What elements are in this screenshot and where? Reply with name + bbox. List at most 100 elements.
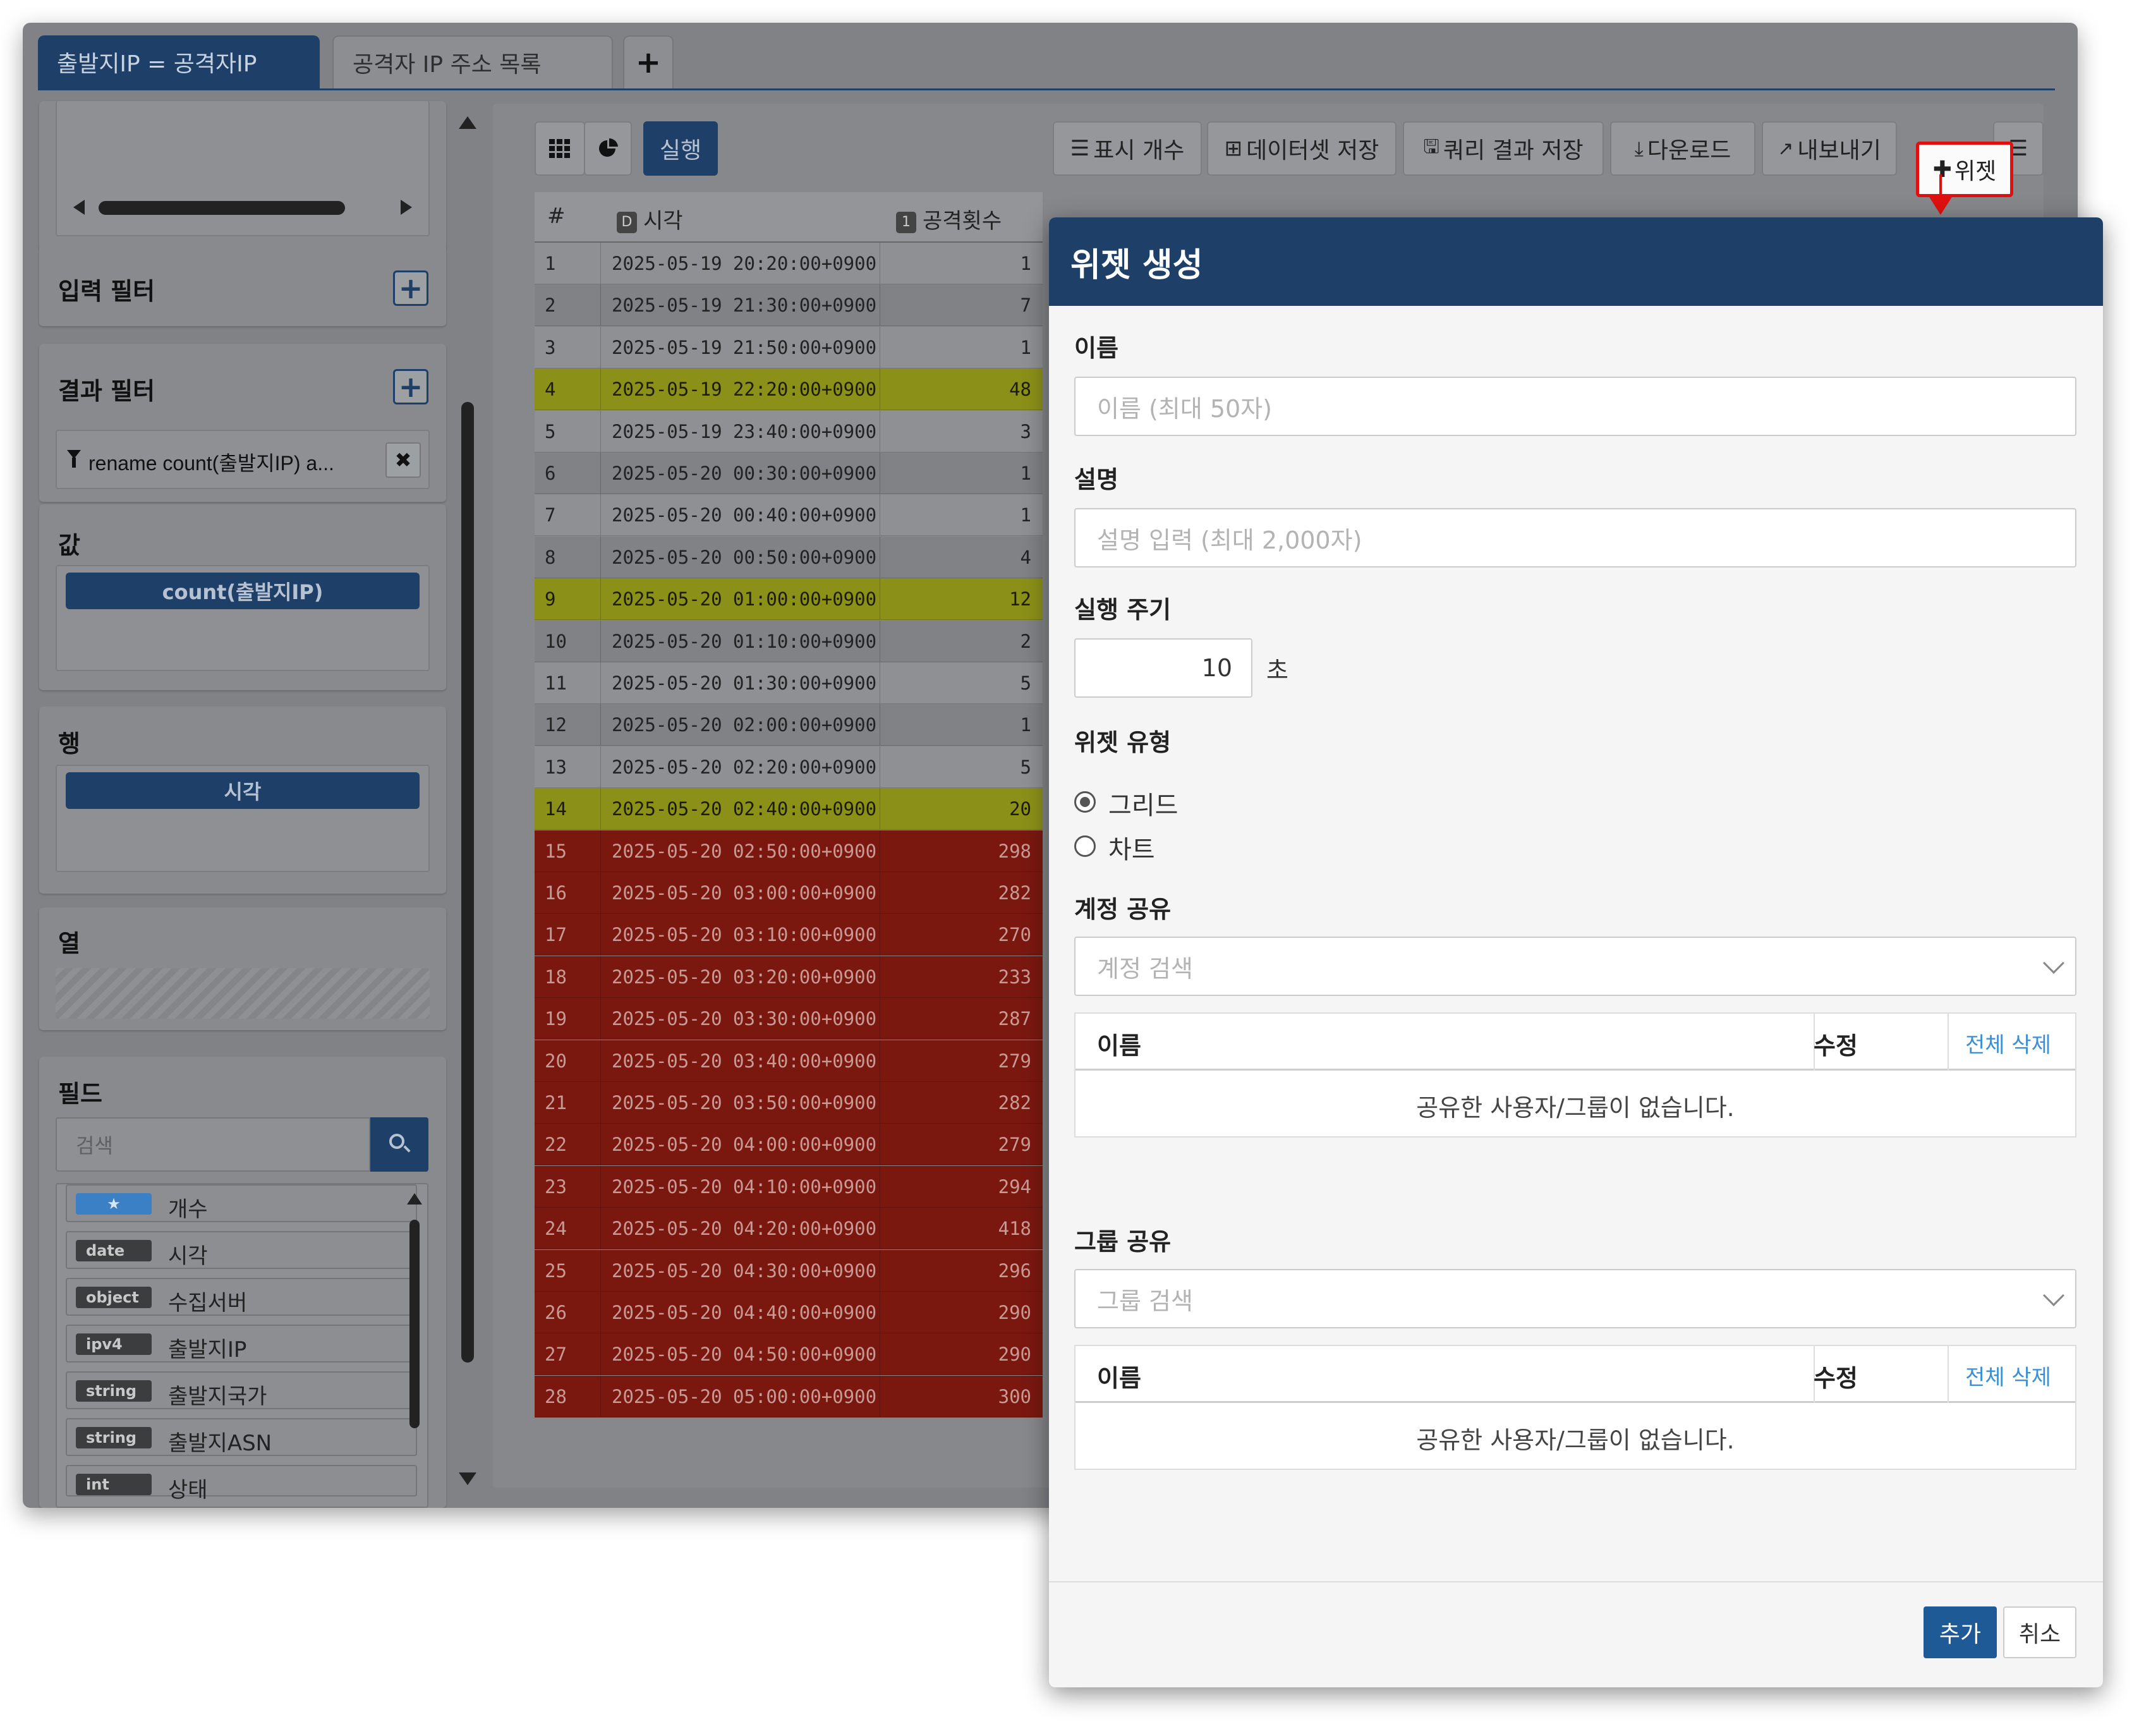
cell-divider [600, 956, 601, 997]
radio-grid-label[interactable]: 그리드 [1108, 785, 1178, 822]
table-row[interactable]: 6 2025-05-20 00:30:00+0900 1 [535, 452, 1043, 494]
rows-dropzone[interactable]: 시각 [56, 765, 430, 872]
values-dropzone[interactable]: count(출발지IP) [56, 565, 430, 671]
attack-count-cell: 4 [1020, 546, 1031, 568]
table-row[interactable]: 17 2025-05-20 03:10:00+0900 270 [535, 914, 1043, 956]
add-button[interactable]: 추가 [1924, 1606, 1997, 1658]
columns-panel: 열 [39, 907, 446, 1030]
cell-divider [600, 746, 601, 787]
field-name: 시각 [168, 1244, 208, 1269]
tab-attacker-ip-list[interactable]: 공격자 IP 주소 목록 [332, 35, 613, 88]
column-header-number[interactable]: # [547, 203, 566, 229]
table-row[interactable]: 9 2025-05-20 01:00:00+0900 12 [535, 578, 1043, 621]
table-row[interactable]: 26 2025-05-20 04:40:00+0900 290 [535, 1292, 1043, 1333]
left-panel-scroll-thumb[interactable] [461, 402, 474, 1363]
row-number-cell: 6 [545, 463, 556, 484]
table-row[interactable]: 10 2025-05-20 01:10:00+0900 2 [535, 620, 1043, 662]
table-row[interactable]: 23 2025-05-20 04:10:00+0900 294 [535, 1165, 1043, 1208]
table-row[interactable]: 27 2025-05-20 04:50:00+0900 290 [535, 1333, 1043, 1376]
save-query-result-button[interactable]: 🖫 쿼리 결과 저장 [1403, 121, 1604, 176]
row-number-cell: 7 [545, 504, 556, 526]
radio-chart-label[interactable]: 차트 [1108, 829, 1155, 866]
group-delete-all-link[interactable]: 전체 삭제 [1965, 1360, 2051, 1391]
account-search-select[interactable]: 계정 검색 [1074, 937, 2076, 996]
widget-button[interactable]: ✚ 위젯 [1916, 142, 2013, 197]
group-search-select[interactable]: 그룹 검색 [1074, 1269, 2076, 1328]
field-item-source-ip[interactable]: ipv4 출발지IP [66, 1325, 417, 1363]
left-panel-scrollbar[interactable] [454, 111, 482, 1508]
value-item-count-source-ip[interactable]: count(출발지IP) [66, 573, 420, 609]
radio-grid[interactable] [1074, 791, 1096, 813]
tab-source-ip-equals-attacker-ip[interactable]: 출발지IP = 공격자IP [38, 35, 320, 88]
table-row[interactable]: 20 2025-05-20 03:40:00+0900 279 [535, 1040, 1043, 1082]
table-row[interactable]: 8 2025-05-20 00:50:00+0900 4 [535, 536, 1043, 578]
cell-divider [600, 578, 601, 620]
remove-filter-button[interactable]: ✖ [385, 442, 421, 478]
interval-input[interactable]: 10 [1074, 638, 1252, 698]
row-item-time[interactable]: 시각 [66, 772, 420, 809]
table-row[interactable]: 22 2025-05-20 04:00:00+0900 279 [535, 1124, 1043, 1166]
widget-name-input[interactable]: 이름 (최대 50자) [1074, 377, 2076, 436]
columns-dropzone[interactable] [56, 968, 430, 1019]
cell-divider [600, 1040, 601, 1081]
account-delete-all-link[interactable]: 전체 삭제 [1965, 1028, 2051, 1059]
table-row[interactable]: 7 2025-05-20 00:40:00+0900 1 [535, 494, 1043, 537]
display-count-button[interactable]: ☰ 표시 개수 [1053, 121, 1202, 176]
save-dataset-button[interactable]: ⊞ 데이터셋 저장 [1207, 121, 1397, 176]
scroll-up-arrow[interactable] [459, 116, 476, 129]
scroll-right-arrow[interactable] [401, 200, 412, 215]
horizontal-scrollbar-thumb[interactable] [99, 201, 345, 215]
chevron-down-icon [2043, 1285, 2064, 1306]
field-item-count[interactable]: ★ 개수 [66, 1184, 417, 1222]
time-cell: 2025-05-20 00:30:00+0900 [612, 463, 877, 484]
table-row[interactable]: 13 2025-05-20 02:20:00+0900 5 [535, 746, 1043, 788]
table-row[interactable]: 11 2025-05-20 01:30:00+0900 5 [535, 662, 1043, 704]
column-header-time[interactable]: D 시각 [617, 203, 683, 234]
field-item-status[interactable]: int 상태 [66, 1465, 417, 1503]
field-item-time[interactable]: date 시각 [66, 1231, 417, 1269]
table-row[interactable]: 15 2025-05-20 02:50:00+0900 298 [535, 830, 1043, 872]
table-row[interactable]: 2 2025-05-19 21:30:00+0900 7 [535, 284, 1043, 327]
table-row[interactable]: 5 2025-05-19 23:40:00+0900 3 [535, 410, 1043, 452]
scroll-left-arrow[interactable] [73, 200, 85, 215]
search-icon [389, 1134, 404, 1149]
export-button[interactable]: ↗ 내보내기 [1762, 121, 1897, 176]
field-search-button[interactable] [370, 1117, 428, 1172]
add-input-filter-button[interactable]: + [393, 270, 428, 306]
table-row[interactable]: 24 2025-05-20 04:20:00+0900 418 [535, 1208, 1043, 1250]
table-row[interactable]: 3 2025-05-19 21:50:00+0900 1 [535, 326, 1043, 368]
table-row[interactable]: 19 2025-05-20 03:30:00+0900 287 [535, 998, 1043, 1040]
table-row[interactable]: 4 2025-05-19 22:20:00+0900 48 [535, 368, 1043, 411]
table-row[interactable]: 25 2025-05-20 04:30:00+0900 296 [535, 1249, 1043, 1292]
field-item-collector[interactable]: object 수집서버 [66, 1278, 417, 1316]
field-item-source-asn[interactable]: string 출발지ASN [66, 1418, 417, 1456]
field-list-scroll-thumb[interactable] [409, 1220, 420, 1428]
time-cell: 2025-05-19 23:40:00+0900 [612, 420, 877, 442]
radio-chart[interactable] [1074, 835, 1096, 857]
field-item-source-country[interactable]: string 출발지국가 [66, 1371, 417, 1409]
scroll-down-arrow[interactable] [459, 1472, 476, 1485]
cancel-button[interactable]: 취소 [2003, 1606, 2076, 1658]
chart-view-button[interactable] [584, 121, 632, 176]
field-list-scroll-up[interactable] [407, 1193, 422, 1205]
field-type-badge: int [76, 1474, 152, 1495]
add-result-filter-button[interactable]: + [393, 369, 428, 404]
field-search-input[interactable]: 검색 [56, 1117, 370, 1172]
values-title: 값 [58, 531, 80, 559]
table-row[interactable]: 21 2025-05-20 03:50:00+0900 282 [535, 1082, 1043, 1124]
widget-description-input[interactable]: 설명 입력 (최대 2,000자) [1074, 508, 2076, 568]
column-header-attack-count[interactable]: 1 공격횟수 [896, 203, 1002, 234]
run-button[interactable]: 실행 [643, 121, 718, 176]
attack-count-cell: 270 [998, 924, 1031, 946]
grid-view-button[interactable] [535, 121, 585, 176]
add-tab-button[interactable]: + [623, 35, 674, 88]
download-button[interactable]: ⤓ 다운로드 [1610, 121, 1755, 176]
table-row[interactable]: 12 2025-05-20 02:00:00+0900 1 [535, 704, 1043, 746]
cell-divider [600, 536, 601, 578]
table-row[interactable]: 28 2025-05-20 05:00:00+0900 300 [535, 1375, 1043, 1417]
attack-count-cell: 233 [998, 966, 1031, 988]
table-row[interactable]: 14 2025-05-20 02:40:00+0900 20 [535, 788, 1043, 830]
table-row[interactable]: 1 2025-05-19 20:20:00+0900 1 [535, 243, 1043, 284]
table-row[interactable]: 16 2025-05-20 03:00:00+0900 282 [535, 872, 1043, 914]
table-row[interactable]: 18 2025-05-20 03:20:00+0900 233 [535, 956, 1043, 998]
